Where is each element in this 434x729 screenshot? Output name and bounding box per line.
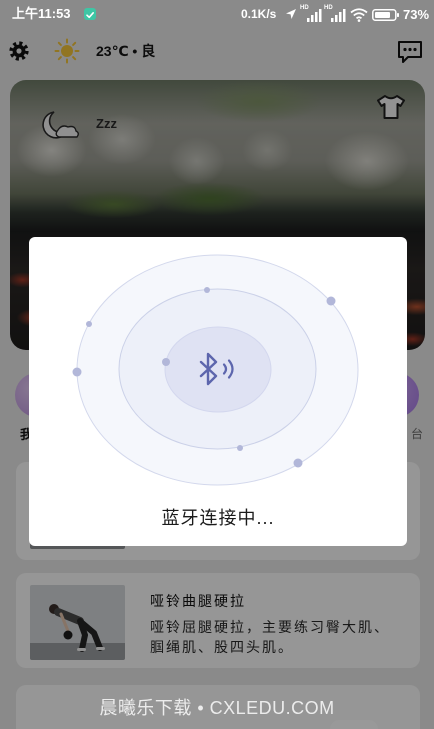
location-icon	[286, 9, 296, 19]
signal-bar	[315, 12, 318, 22]
battery-percent: 73%	[403, 7, 430, 22]
battery-fill	[375, 12, 390, 18]
signal-icon	[331, 9, 346, 22]
signal-bar	[307, 18, 310, 22]
signal-bar	[331, 18, 334, 22]
ring-dot	[162, 358, 170, 366]
network-speed: 0.1K/s	[241, 7, 277, 21]
phone-screen: 上午11:53 0.1K/s HD HD 73% 23℃ • 良 Zzz 我 台…	[0, 0, 434, 729]
wifi-dot	[357, 19, 361, 22]
check-icon-glyph	[86, 12, 94, 19]
signal-bar	[335, 15, 338, 22]
ring-dot	[204, 287, 210, 293]
watermark: 晨曦乐下载 • CXLEDU.COM	[99, 698, 335, 718]
status-bar: 上午11:53 0.1K/s HD HD 73%	[0, 0, 434, 28]
signal-icon	[307, 9, 322, 22]
signal-bar	[319, 9, 322, 22]
ring-dot	[293, 458, 303, 468]
check-icon	[84, 8, 96, 20]
wifi-arc	[350, 8, 368, 14]
check-mark	[86, 12, 94, 19]
wifi-arc	[355, 16, 363, 20]
ring-dot	[326, 296, 336, 306]
signal-bar	[343, 9, 346, 22]
wifi-arc	[353, 12, 365, 17]
wifi-icon	[350, 8, 368, 22]
connection-status: 蓝牙连接中...	[161, 508, 275, 528]
signal-bar	[311, 15, 314, 22]
ring-dot	[237, 445, 243, 451]
bluetooth-dialog: 蓝牙连接中...	[29, 237, 407, 546]
bluetooth-radar	[72, 254, 359, 486]
signal-bar	[339, 12, 342, 22]
location-arrow	[286, 9, 296, 19]
status-time: 上午11:53	[12, 6, 71, 21]
battery-nub	[397, 13, 399, 17]
battery-icon	[372, 9, 399, 21]
ring-dot	[72, 367, 82, 377]
ring-dot	[86, 321, 92, 327]
inner-ring	[164, 326, 272, 413]
